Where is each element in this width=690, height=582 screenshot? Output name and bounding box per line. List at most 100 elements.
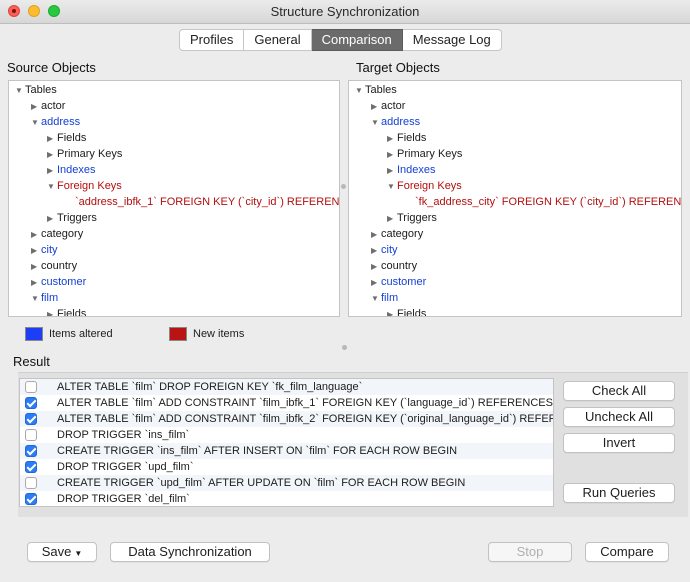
disclosure-closed-icon[interactable]: ▶ <box>387 147 397 163</box>
query-row[interactable]: CREATE TRIGGER `upd_film` AFTER UPDATE O… <box>20 475 553 491</box>
stop-button[interactable]: Stop <box>488 542 572 562</box>
disclosure-closed-icon[interactable]: ▶ <box>371 243 381 259</box>
disclosure-closed-icon[interactable]: ▶ <box>371 227 381 243</box>
tree-detail-item[interactable]: `address_ibfk_1` FOREIGN KEY (`city_id`)… <box>63 194 339 210</box>
tree-item[interactable]: ▶ customer <box>371 274 426 290</box>
horizontal-split-handle[interactable] <box>342 345 347 350</box>
tree-item-label: category <box>41 228 84 240</box>
tree-item[interactable]: ▶ Primary Keys <box>387 146 462 162</box>
disclosure-open-icon[interactable]: ▼ <box>47 179 57 195</box>
tab-message-log[interactable]: Message Log <box>402 29 502 51</box>
disclosure-open-icon[interactable]: ▼ <box>15 83 25 99</box>
tree-item-label: city <box>381 244 398 256</box>
tree-item[interactable]: ▶ city <box>31 242 58 258</box>
tab-general[interactable]: General <box>244 29 312 51</box>
disclosure-closed-icon[interactable]: ▶ <box>47 307 57 316</box>
tree-item[interactable]: ▶ Indexes <box>47 162 96 178</box>
disclosure-open-icon[interactable]: ▼ <box>387 179 397 195</box>
tree-item[interactable]: ▶ Fields <box>387 306 426 316</box>
disclosure-closed-icon[interactable]: ▶ <box>31 227 41 243</box>
disclosure-closed-icon[interactable]: ▶ <box>387 307 397 316</box>
disclosure-closed-icon[interactable]: ▶ <box>371 259 381 275</box>
disclosure-closed-icon[interactable]: ▶ <box>31 259 41 275</box>
tree-item[interactable]: ▶ Triggers <box>387 210 437 226</box>
tree-item[interactable]: ▶ customer <box>31 274 86 290</box>
query-row[interactable]: DROP TRIGGER `upd_film` <box>20 459 553 475</box>
query-text: CREATE TRIGGER `ins_film` AFTER INSERT O… <box>57 445 458 457</box>
disclosure-closed-icon[interactable]: ▶ <box>387 163 397 179</box>
query-row[interactable]: ALTER TABLE `film` ADD CONSTRAINT `film_… <box>20 411 553 427</box>
disclosure-open-icon[interactable]: ▼ <box>31 291 41 307</box>
tree-item[interactable]: ▼ Tables <box>355 82 397 98</box>
tree-item[interactable]: ▶ Fields <box>47 306 86 316</box>
tree-item[interactable]: ▼ film <box>371 290 398 306</box>
vertical-split-handle[interactable] <box>341 184 346 189</box>
tree-detail-item[interactable]: `fk_address_city` FOREIGN KEY (`city_id`… <box>403 194 681 210</box>
disclosure-open-icon[interactable]: ▼ <box>371 291 381 307</box>
query-list[interactable]: ALTER TABLE `film` DROP FOREIGN KEY `fk_… <box>19 378 554 507</box>
tree-item-label: Tables <box>25 84 57 96</box>
source-objects-tree[interactable]: ▼ Tables ▶ actor ▼ address ▶ Fields ▶ Primary Key… <box>8 80 340 317</box>
tree-item[interactable]: ▼ Foreign Keys <box>387 178 462 194</box>
tree-item[interactable]: ▼ film <box>31 290 58 306</box>
query-checkbox[interactable] <box>25 461 37 473</box>
check-all-button[interactable]: Check All <box>563 381 675 401</box>
tree-item[interactable]: ▶ actor <box>371 98 405 114</box>
query-checkbox[interactable] <box>25 413 37 425</box>
query-row[interactable]: ALTER TABLE `film` ADD CONSTRAINT `film_… <box>20 395 553 411</box>
tree-item-label: film <box>381 292 399 304</box>
disclosure-closed-icon[interactable]: ▶ <box>371 275 381 291</box>
tree-item[interactable]: ▶ country <box>371 258 417 274</box>
disclosure-closed-icon[interactable]: ▶ <box>47 147 57 163</box>
tab-comparison[interactable]: Comparison <box>311 29 403 51</box>
disclosure-closed-icon[interactable]: ▶ <box>31 99 41 115</box>
disclosure-closed-icon[interactable]: ▶ <box>31 243 41 259</box>
query-checkbox[interactable] <box>25 429 37 441</box>
disclosure-closed-icon[interactable]: ▶ <box>371 99 381 115</box>
uncheck-all-button[interactable]: Uncheck All <box>563 407 675 427</box>
query-checkbox[interactable] <box>25 381 37 393</box>
compare-button[interactable]: Compare <box>585 542 669 562</box>
data-synchronization-button[interactable]: Data Synchronization <box>110 542 270 562</box>
tree-item[interactable]: ▼ address <box>371 114 420 130</box>
query-row[interactable]: ALTER TABLE `film` DROP FOREIGN KEY `fk_… <box>20 379 553 395</box>
tree-item[interactable]: ▶ category <box>31 226 83 242</box>
tree-item[interactable]: ▶ category <box>371 226 423 242</box>
tree-item[interactable]: ▶ Fields <box>47 130 86 146</box>
tree-item[interactable]: ▶ country <box>31 258 77 274</box>
tree-item[interactable]: ▶ actor <box>31 98 65 114</box>
run-queries-button[interactable]: Run Queries <box>563 483 675 503</box>
tree-item[interactable]: ▶ Triggers <box>47 210 97 226</box>
disclosure-closed-icon[interactable]: ▶ <box>47 163 57 179</box>
query-row[interactable]: CREATE TRIGGER `ins_film` AFTER INSERT O… <box>20 443 553 459</box>
disclosure-open-icon[interactable]: ▼ <box>355 83 365 99</box>
disclosure-closed-icon[interactable]: ▶ <box>387 211 397 227</box>
save-button[interactable]: Save ▼ <box>27 542 97 562</box>
disclosure-closed-icon[interactable]: ▶ <box>47 211 57 227</box>
tree-item[interactable]: ▶ Indexes <box>387 162 436 178</box>
query-checkbox[interactable] <box>25 397 37 409</box>
target-objects-tree[interactable]: ▼ Tables ▶ actor ▼ address ▶ Fields ▶ Primary Key… <box>348 80 682 317</box>
disclosure-closed-icon[interactable]: ▶ <box>387 131 397 147</box>
disclosure-open-icon[interactable]: ▼ <box>371 115 381 131</box>
tab-profiles[interactable]: Profiles <box>179 29 245 51</box>
disclosure-open-icon[interactable]: ▼ <box>31 115 41 131</box>
disclosure-closed-icon[interactable]: ▶ <box>47 131 57 147</box>
query-checkbox[interactable] <box>25 493 37 505</box>
tree-item-label: city <box>41 244 58 256</box>
query-row[interactable]: DROP TRIGGER `del_film` <box>20 491 553 506</box>
tree-item[interactable]: ▶ Primary Keys <box>47 146 122 162</box>
tree-item-label: country <box>41 260 78 272</box>
query-checkbox[interactable] <box>25 477 37 489</box>
query-row[interactable]: DROP TRIGGER `ins_film` <box>20 427 553 443</box>
disclosure-closed-icon[interactable]: ▶ <box>31 275 41 291</box>
tree-item[interactable]: ▼ Foreign Keys <box>47 178 122 194</box>
tree-item[interactable]: ▶ Fields <box>387 130 426 146</box>
tree-item-label: Indexes <box>57 164 96 176</box>
query-checkbox[interactable] <box>25 445 37 457</box>
tree-item[interactable]: ▼ address <box>31 114 80 130</box>
tree-item[interactable]: ▶ city <box>371 242 398 258</box>
tree-item-label: actor <box>381 100 406 112</box>
tree-item[interactable]: ▼ Tables <box>15 82 57 98</box>
invert-button[interactable]: Invert <box>563 433 675 453</box>
